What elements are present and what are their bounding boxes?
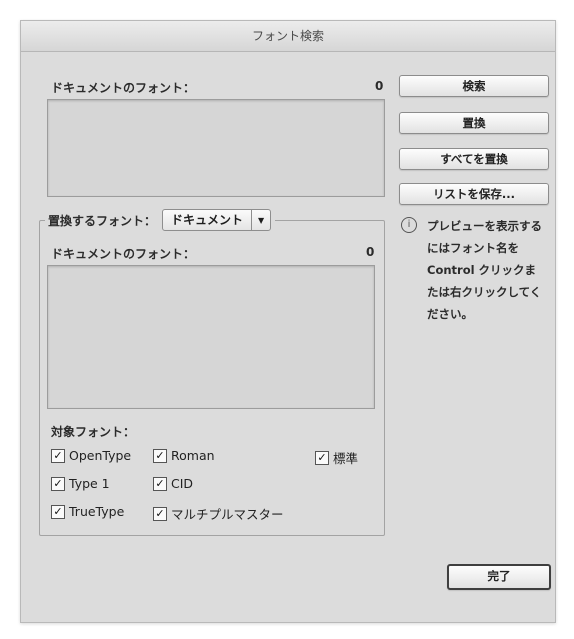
checkbox-label: 標準: [333, 451, 359, 466]
replace-font-label: 置換するフォント：: [48, 213, 157, 228]
find-font-dialog: フォント検索 ドキュメントのフォント： 0 置換するフォント： ドキュメント ▼…: [20, 20, 556, 623]
preview-hint-text: プレビューを表示するにはフォント名をControl クリックまたは右クリックして…: [427, 219, 542, 321]
checkmark-icon: ✓: [315, 450, 329, 465]
replace-font-legend: 置換するフォント： ドキュメント ▼: [45, 207, 276, 233]
save-list-button[interactable]: リストを保存...: [399, 183, 549, 205]
checkmark-icon: ✓: [51, 476, 65, 491]
checkbox-cid[interactable]: ✓ CID: [153, 476, 193, 491]
replace-list-count: 0: [366, 245, 375, 259]
document-fonts-list[interactable]: [47, 99, 385, 197]
checkmark-icon: ✓: [51, 504, 65, 519]
checkbox-label: TrueType: [69, 504, 125, 519]
replace-source-select[interactable]: ドキュメント ▼: [162, 209, 272, 231]
checkmark-icon: ✓: [153, 476, 167, 491]
checkmark-icon: ✓: [153, 506, 167, 521]
target-fonts-label: 対象フォント：: [51, 425, 136, 439]
info-icon: i: [401, 217, 417, 233]
checkbox-label: Type 1: [69, 476, 110, 491]
document-fonts-count: 0: [375, 79, 384, 93]
checkbox-standard[interactable]: ✓ 標準: [315, 448, 358, 467]
done-button[interactable]: 完了: [447, 564, 551, 590]
checkbox-roman[interactable]: ✓ Roman: [153, 448, 215, 463]
checkbox-label: CID: [171, 476, 194, 491]
replace-all-button[interactable]: すべてを置換: [399, 148, 549, 170]
window-title: フォント検索: [21, 21, 555, 52]
checkbox-truetype[interactable]: ✓ TrueType: [51, 504, 124, 519]
checkbox-label: Roman: [171, 448, 215, 463]
replace-fonts-list[interactable]: [47, 265, 375, 409]
checkbox-multiple-master[interactable]: ✓ マルチプルマスター: [153, 504, 284, 523]
preview-hint: i プレビューを表示するにはフォント名をControl クリックまたは右クリック…: [401, 215, 545, 325]
replace-list-label: ドキュメントのフォント：: [51, 247, 196, 261]
find-button[interactable]: 検索: [399, 75, 549, 97]
checkbox-label: マルチプルマスター: [171, 507, 284, 522]
checkmark-icon: ✓: [51, 448, 65, 463]
checkbox-opentype[interactable]: ✓ OpenType: [51, 448, 131, 463]
replace-source-value: ドキュメント: [171, 213, 244, 227]
replace-button[interactable]: 置換: [399, 112, 549, 134]
checkmark-icon: ✓: [153, 448, 167, 463]
chevron-down-icon: ▼: [251, 210, 270, 230]
document-fonts-label: ドキュメントのフォント：: [51, 81, 196, 95]
checkbox-label: OpenType: [69, 448, 132, 463]
checkbox-type1[interactable]: ✓ Type 1: [51, 476, 110, 491]
